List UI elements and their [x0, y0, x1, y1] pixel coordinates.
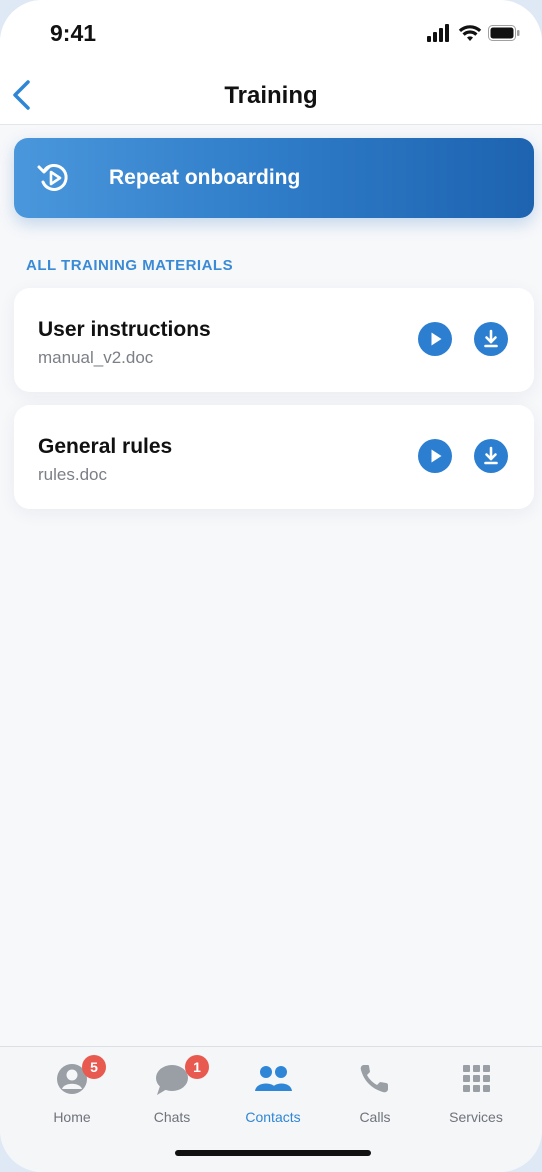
- chats-badge: 1: [185, 1055, 209, 1079]
- play-icon: [431, 332, 442, 346]
- status-bar: 9:41: [0, 0, 542, 64]
- banner-label: Repeat onboarding: [109, 166, 301, 189]
- tab-chats[interactable]: 1 Chats: [122, 1055, 222, 1127]
- tab-calls[interactable]: Calls: [325, 1057, 425, 1127]
- page-title: Training: [224, 82, 318, 109]
- tab-home[interactable]: 5 Home: [22, 1055, 122, 1127]
- section-header: ALL TRAINING MATERIALS: [26, 257, 234, 274]
- wifi-icon: [458, 25, 482, 41]
- navigation-bar: Training: [0, 64, 542, 125]
- material-card[interactable]: User instructions manual_v2.doc: [14, 288, 534, 392]
- replay-play-icon: [37, 163, 68, 191]
- download-icon: [484, 446, 498, 465]
- status-icons: [426, 22, 520, 44]
- tab-label: Home: [53, 1109, 91, 1125]
- phone-screen: 9:41 Training Repeat onboarding ALL TRAI…: [0, 0, 542, 1172]
- material-filename: rules.doc: [38, 465, 107, 484]
- download-button[interactable]: [474, 439, 508, 473]
- status-time: 9:41: [50, 20, 97, 46]
- home-indicator[interactable]: [175, 1150, 371, 1156]
- material-title: General rules: [38, 435, 173, 458]
- play-button[interactable]: [418, 439, 452, 473]
- signal-icon: [427, 24, 449, 42]
- battery-icon: [488, 25, 520, 41]
- material-filename: manual_v2.doc: [38, 348, 154, 367]
- phone-icon: [360, 1065, 388, 1093]
- repeat-onboarding-button[interactable]: Repeat onboarding: [14, 138, 534, 218]
- tab-label: Chats: [153, 1109, 191, 1125]
- tab-label: Calls: [359, 1109, 391, 1125]
- play-icon: [431, 449, 442, 463]
- material-title: User instructions: [38, 318, 211, 341]
- grid-icon: [463, 1065, 490, 1092]
- tab-services[interactable]: Services: [426, 1057, 526, 1127]
- home-badge: 5: [82, 1055, 106, 1079]
- download-button[interactable]: [474, 322, 508, 356]
- tab-label: Services: [449, 1109, 503, 1125]
- people-icon: [255, 1066, 292, 1091]
- material-card[interactable]: General rules rules.doc: [14, 405, 534, 509]
- download-icon: [484, 329, 498, 348]
- tab-label: Contacts: [245, 1109, 301, 1125]
- tab-contacts[interactable]: Contacts: [223, 1057, 323, 1127]
- play-button[interactable]: [418, 322, 452, 356]
